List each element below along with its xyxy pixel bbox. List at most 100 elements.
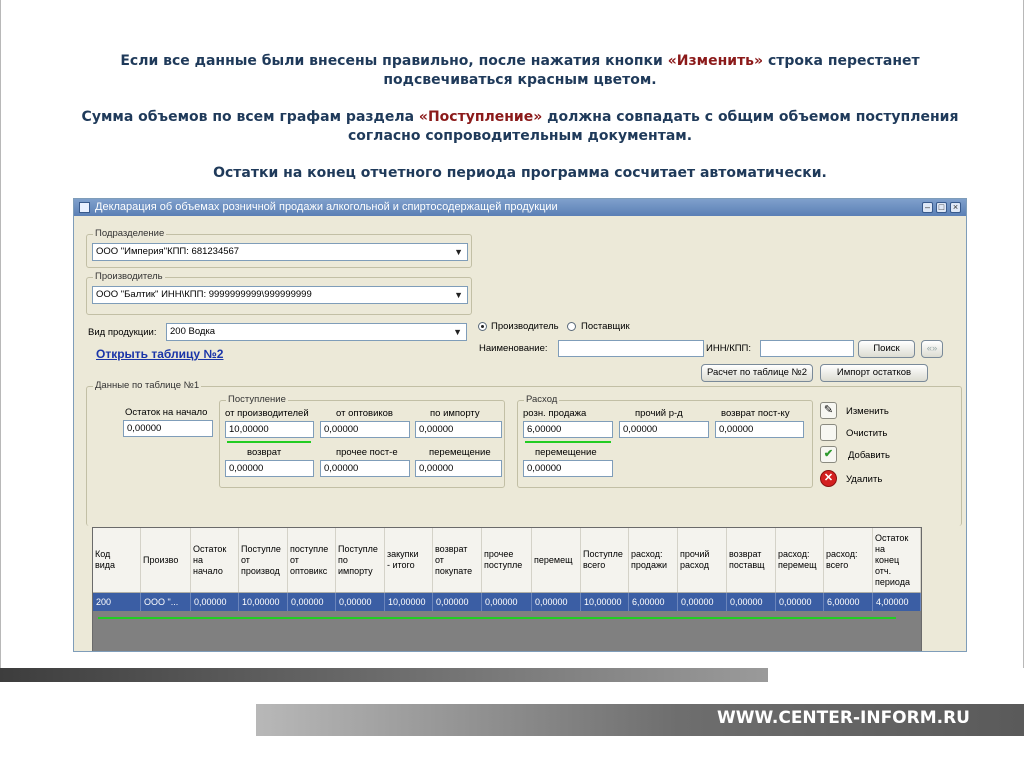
search-button[interactable]: Поиск — [858, 340, 915, 358]
other-expense-input[interactable]: 0,00000 — [619, 421, 709, 438]
income-transfer-input[interactable]: 0,00000 — [415, 460, 502, 477]
grid-header-cell[interactable]: прочее поступле — [482, 528, 532, 592]
minimize-button[interactable]: – — [922, 202, 933, 213]
from-producers-label: от производителей — [225, 408, 309, 419]
grid-header-cell[interactable]: Код вида — [93, 528, 141, 592]
delete-icon[interactable]: ✕ — [820, 470, 837, 487]
name-label: Наименование: — [479, 343, 548, 354]
clear-button[interactable]: Очистить — [846, 428, 887, 439]
product-type-label: Вид продукции: — [88, 327, 157, 338]
add-button[interactable]: Добавить — [848, 450, 890, 461]
producer-label: Производитель — [93, 271, 165, 282]
grid-header-cell[interactable]: Поступле по импорту — [336, 528, 385, 592]
open-table-2-link[interactable]: Открыть таблицу №2 — [96, 347, 223, 361]
grid-cell[interactable]: 200 — [93, 593, 141, 611]
opening-balance-label: Остаток на начало — [125, 407, 208, 418]
inn-label: ИНН/КПП: — [706, 343, 752, 354]
window-app-icon — [79, 202, 90, 213]
grid-cell[interactable]: ООО "... — [141, 593, 191, 611]
delete-button[interactable]: Удалить — [846, 474, 882, 485]
website-label: WWW.CENTER-INFORM.RU — [717, 708, 970, 728]
grid-header-cell[interactable]: закупки - итого — [385, 528, 433, 592]
grid-header-cell[interactable]: перемещ — [532, 528, 581, 592]
from-wholesalers-label: от оптовиков — [336, 408, 393, 419]
return-to-supplier-input[interactable]: 0,00000 — [715, 421, 804, 438]
grid-cell[interactable]: 4,00000 — [873, 593, 921, 611]
instruction-1: Если все данные были внесены правильно, … — [120, 53, 920, 88]
grid-cell[interactable]: 0,00000 — [482, 593, 532, 611]
declaration-grid[interactable]: Код вида Произво Остаток на начало Поступле… — [92, 527, 922, 651]
grid-header-cell[interactable]: Поступле от производ — [239, 528, 288, 592]
income-return-input[interactable]: 0,00000 — [225, 460, 314, 477]
producer-group: Производитель ООО "Балтик" ИНН\КПП: 9999… — [86, 271, 472, 315]
chevron-down-icon: ▼ — [454, 247, 463, 257]
grid-cell[interactable]: 10,00000 — [385, 593, 433, 611]
expense-highlight-line — [525, 441, 611, 443]
producer-select[interactable]: ООО "Балтик" ИНН\КПП: 9999999999\9999999… — [92, 286, 468, 304]
expense-label: Расход — [524, 394, 560, 405]
grid-cell[interactable]: 0,00000 — [727, 593, 776, 611]
instruction-3: Остатки на конец отчетного периода прогр… — [213, 165, 827, 181]
grid-cell[interactable]: 0,00000 — [532, 593, 581, 611]
subdivision-select[interactable]: ООО "Империя"КПП: 681234567 ▼ — [92, 243, 468, 261]
grid-cell[interactable]: 10,00000 — [581, 593, 629, 611]
grid-header-cell[interactable]: Произво — [141, 528, 191, 592]
inn-input[interactable] — [760, 340, 854, 357]
grid-header-cell[interactable]: Остаток на конец отч. периода — [873, 528, 921, 592]
grid-header-cell[interactable]: возврат от покупате — [433, 528, 482, 592]
radio-producer-label[interactable]: Производитель — [491, 321, 559, 332]
close-button[interactable]: × — [950, 202, 961, 213]
return-to-supplier-label: возврат пост-ку — [721, 408, 790, 419]
income-label: Поступление — [226, 394, 288, 405]
table-row[interactable]: 200 ООО "... 0,00000 10,00000 0,00000 0,00000… — [93, 593, 921, 611]
income-transfer-label: перемещение — [429, 447, 491, 458]
calc-table-2-button[interactable]: Расчет по таблице №2 — [701, 364, 813, 382]
checkmark-icon[interactable]: ✔ — [820, 446, 837, 463]
income-return-label: возврат — [247, 447, 282, 458]
grid-header-cell[interactable]: возврат поставщ — [727, 528, 776, 592]
grid-cell[interactable]: 6,00000 — [629, 593, 678, 611]
chevron-down-icon: ▼ — [454, 290, 463, 300]
declaration-window: Декларация об объемах розничной продажи … — [73, 198, 967, 652]
expense-transfer-label: перемещение — [535, 447, 597, 458]
instructions: Если все данные были внесены правильно, … — [60, 52, 980, 201]
grid-cell[interactable]: 6,00000 — [824, 593, 873, 611]
grid-cell[interactable]: 0,00000 — [191, 593, 239, 611]
product-type-value: 200 Водка — [170, 326, 216, 337]
grid-header-cell[interactable]: прочий расход — [678, 528, 727, 592]
grid-header-cell[interactable]: расход: перемещ — [776, 528, 824, 592]
income-other-input[interactable]: 0,00000 — [320, 460, 410, 477]
grid-cell[interactable]: 0,00000 — [776, 593, 824, 611]
from-producers-input[interactable]: 10,00000 — [225, 421, 314, 438]
radio-supplier[interactable] — [567, 322, 576, 331]
product-type-select[interactable]: 200 Водка ▼ — [166, 323, 467, 341]
edit-button[interactable]: Изменить — [846, 406, 889, 417]
grid-header-cell[interactable]: Остаток на начало — [191, 528, 239, 592]
grid-cell[interactable]: 0,00000 — [678, 593, 727, 611]
maximize-button[interactable]: □ — [936, 202, 947, 213]
other-expense-label: прочий р-д — [635, 408, 683, 419]
grid-cell[interactable]: 0,00000 — [288, 593, 336, 611]
grid-header-cell[interactable]: расход: всего — [824, 528, 873, 592]
expense-transfer-input[interactable]: 0,00000 — [523, 460, 613, 477]
subdivision-value: ООО "Империя"КПП: 681234567 — [96, 246, 240, 257]
import-input[interactable]: 0,00000 — [415, 421, 502, 438]
grid-cell[interactable]: 0,00000 — [433, 593, 482, 611]
extra-button[interactable]: «» — [921, 340, 943, 358]
grid-cell[interactable]: 10,00000 — [239, 593, 288, 611]
opening-balance-input[interactable]: 0,00000 — [123, 420, 213, 437]
import-balances-button[interactable]: Импорт остатков — [820, 364, 928, 382]
grid-cell[interactable]: 0,00000 — [336, 593, 385, 611]
name-input[interactable] — [558, 340, 704, 357]
radio-producer[interactable] — [478, 322, 487, 331]
grid-header-cell[interactable]: поступле от оптовикс — [288, 528, 336, 592]
grid-header-cell[interactable]: расход: продажи — [629, 528, 678, 592]
row-highlight-line — [98, 617, 896, 619]
edit-icon[interactable]: ✎ — [820, 402, 837, 419]
retail-sale-input[interactable]: 6,00000 — [523, 421, 613, 438]
window-titlebar[interactable]: Декларация об объемах розничной продажи … — [74, 199, 966, 216]
clear-icon[interactable] — [820, 424, 837, 441]
grid-header-cell[interactable]: Поступле всего — [581, 528, 629, 592]
from-wholesalers-input[interactable]: 0,00000 — [320, 421, 410, 438]
radio-supplier-label[interactable]: Поставщик — [581, 321, 630, 332]
